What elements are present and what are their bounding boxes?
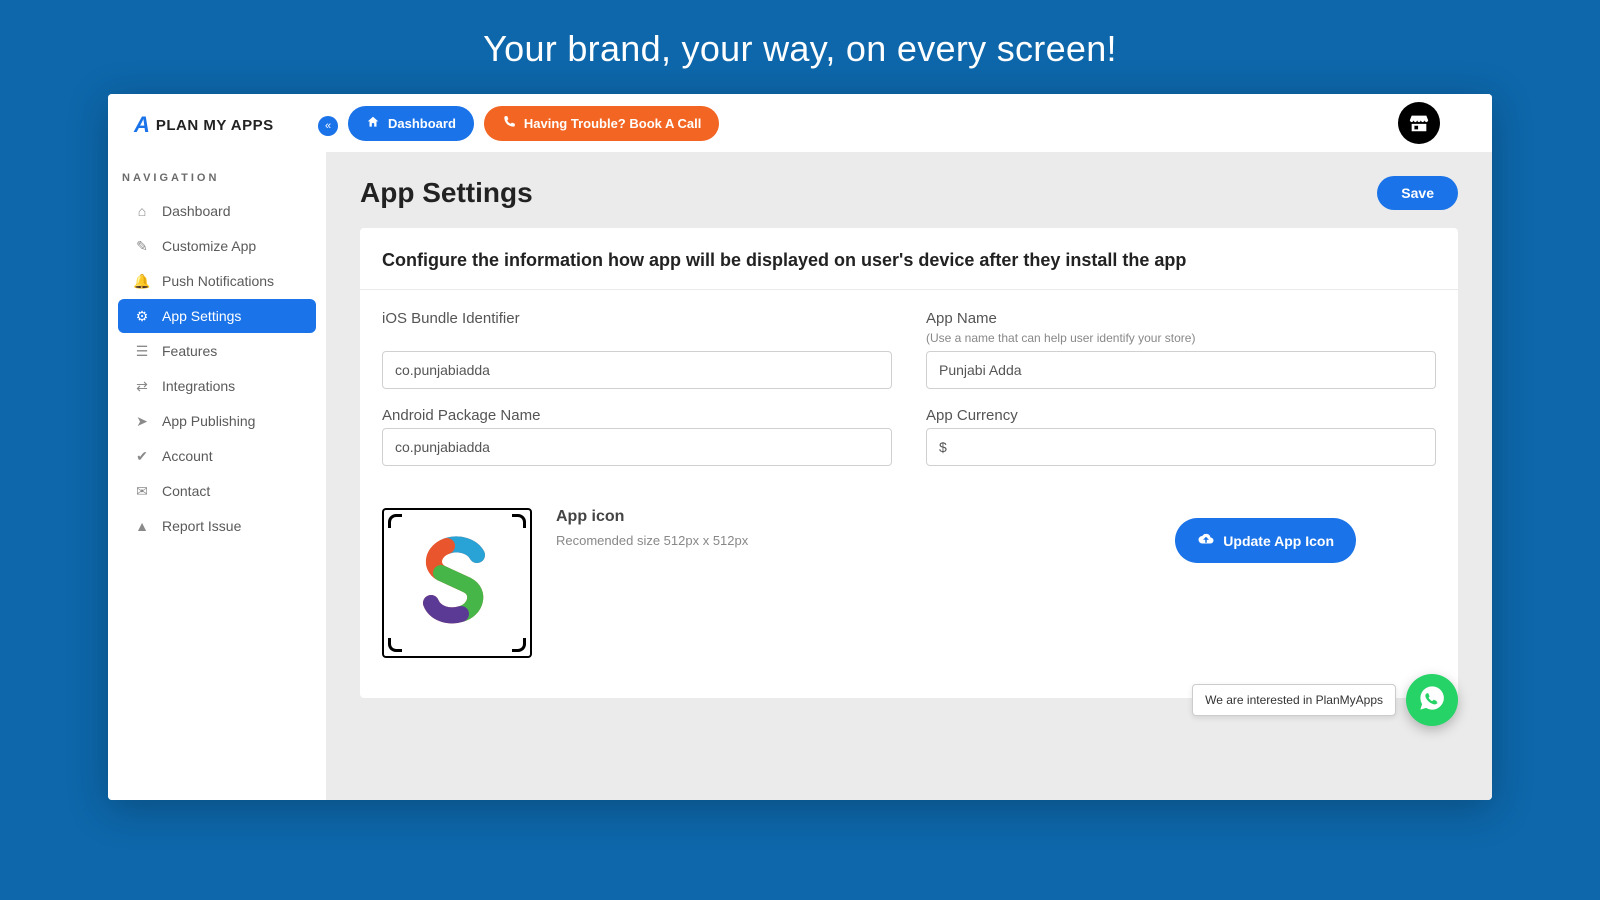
sidebar-item-app-settings[interactable]: ⚙ App Settings xyxy=(118,299,316,333)
sidebar-item-account[interactable]: ✔ Account xyxy=(118,439,316,473)
sidebar-item-label: Report Issue xyxy=(162,518,241,534)
sidebar-item-label: Integrations xyxy=(162,378,235,394)
android-package-field: Android Package Name xyxy=(382,407,892,484)
dashboard-button[interactable]: Dashboard xyxy=(348,106,474,141)
settings-card: Configure the information how app will b… xyxy=(360,228,1458,698)
card-description: Configure the information how app will b… xyxy=(360,228,1458,290)
app-window: A PLAN MY APPS « NAVIGATION ⌂ Dashboard … xyxy=(108,94,1492,800)
dashboard-button-label: Dashboard xyxy=(388,116,456,131)
sidebar-item-features[interactable]: ☰ Features xyxy=(118,334,316,368)
sidebar-item-label: Features xyxy=(162,343,217,359)
update-app-icon-label: Update App Icon xyxy=(1223,533,1334,549)
app-currency-label: App Currency xyxy=(926,407,1436,424)
update-app-icon-button[interactable]: Update App Icon xyxy=(1175,518,1356,563)
send-icon: ➤ xyxy=(134,413,150,429)
app-icon-row: App icon Recomended size 512px x 512px U… xyxy=(360,484,1458,658)
sidebar-item-label: Contact xyxy=(162,483,210,499)
android-package-input[interactable] xyxy=(382,428,892,466)
app-icon-title: App icon xyxy=(556,508,748,526)
topbar: Dashboard Having Trouble? Book A Call xyxy=(326,94,1492,152)
ios-bundle-field: iOS Bundle Identifier xyxy=(382,310,892,407)
sidebar-item-label: Dashboard xyxy=(162,203,231,219)
sidebar-item-label: App Publishing xyxy=(162,413,255,429)
brush-icon: ✎ xyxy=(134,238,150,254)
android-package-label: Android Package Name xyxy=(382,407,892,424)
whatsapp-widget: We are interested in PlanMyApps xyxy=(1192,674,1458,726)
chevron-left-icon: « xyxy=(325,120,331,132)
gear-icon: ⚙ xyxy=(134,308,150,324)
nav-list: ⌂ Dashboard ✎ Customize App 🔔 Push Notif… xyxy=(108,194,326,543)
mail-icon: ✉ xyxy=(134,483,150,499)
sidebar-item-customize-app[interactable]: ✎ Customize App xyxy=(118,229,316,263)
app-icon-meta: App icon Recomended size 512px x 512px xyxy=(556,508,748,550)
app-icon-preview xyxy=(382,508,532,658)
save-button[interactable]: Save xyxy=(1377,176,1458,210)
whatsapp-icon xyxy=(1418,684,1446,717)
store-icon[interactable] xyxy=(1398,102,1440,144)
sidebar-item-label: Account xyxy=(162,448,213,464)
sidebar-item-contact[interactable]: ✉ Contact xyxy=(118,474,316,508)
app-currency-field: App Currency xyxy=(926,407,1436,484)
brand-mark: A xyxy=(134,112,150,138)
phone-icon xyxy=(502,115,516,132)
app-name-field: App Name (Use a name that can help user … xyxy=(926,310,1436,407)
app-name-label: App Name xyxy=(926,310,1436,327)
sidebar: A PLAN MY APPS « NAVIGATION ⌂ Dashboard … xyxy=(108,94,326,800)
app-name-input[interactable] xyxy=(926,351,1436,389)
nav-section-title: NAVIGATION xyxy=(108,148,326,194)
brand: A PLAN MY APPS xyxy=(108,108,326,148)
app-logo-icon xyxy=(407,533,507,633)
hero-headline: Your brand, your way, on every screen! xyxy=(0,0,1600,94)
cloud-upload-icon xyxy=(1197,530,1215,551)
page-header: App Settings Save xyxy=(326,152,1492,228)
book-call-button-label: Having Trouble? Book A Call xyxy=(524,116,701,131)
sidebar-item-app-publishing[interactable]: ➤ App Publishing xyxy=(118,404,316,438)
list-icon: ☰ xyxy=(134,343,150,359)
app-currency-input[interactable] xyxy=(926,428,1436,466)
sidebar-item-label: App Settings xyxy=(162,308,241,324)
plug-icon: ⇄ xyxy=(134,378,150,394)
form-grid: iOS Bundle Identifier Android Package Na… xyxy=(360,290,1458,484)
brand-text: PLAN MY APPS xyxy=(156,117,274,134)
app-icon-hint: Recomended size 512px x 512px xyxy=(556,533,748,548)
ios-bundle-label: iOS Bundle Identifier xyxy=(382,310,892,327)
shield-icon: ✔ xyxy=(134,448,150,464)
sidebar-collapse-button[interactable]: « xyxy=(318,116,338,136)
book-call-button[interactable]: Having Trouble? Book A Call xyxy=(484,106,719,141)
ios-bundle-input[interactable] xyxy=(382,351,892,389)
sidebar-item-dashboard[interactable]: ⌂ Dashboard xyxy=(118,194,316,228)
home-icon xyxy=(366,115,380,132)
page-title: App Settings xyxy=(360,177,533,209)
sidebar-item-report-issue[interactable]: ▲ Report Issue xyxy=(118,509,316,543)
bell-icon: 🔔 xyxy=(134,273,150,289)
warning-icon: ▲ xyxy=(134,518,150,534)
whatsapp-button[interactable] xyxy=(1406,674,1458,726)
whatsapp-message: We are interested in PlanMyApps xyxy=(1192,684,1396,716)
home-icon: ⌂ xyxy=(134,203,150,219)
sidebar-item-integrations[interactable]: ⇄ Integrations xyxy=(118,369,316,403)
sidebar-item-label: Push Notifications xyxy=(162,273,274,289)
app-name-hint: (Use a name that can help user identify … xyxy=(926,331,1436,345)
sidebar-item-push-notifications[interactable]: 🔔 Push Notifications xyxy=(118,264,316,298)
sidebar-item-label: Customize App xyxy=(162,238,256,254)
